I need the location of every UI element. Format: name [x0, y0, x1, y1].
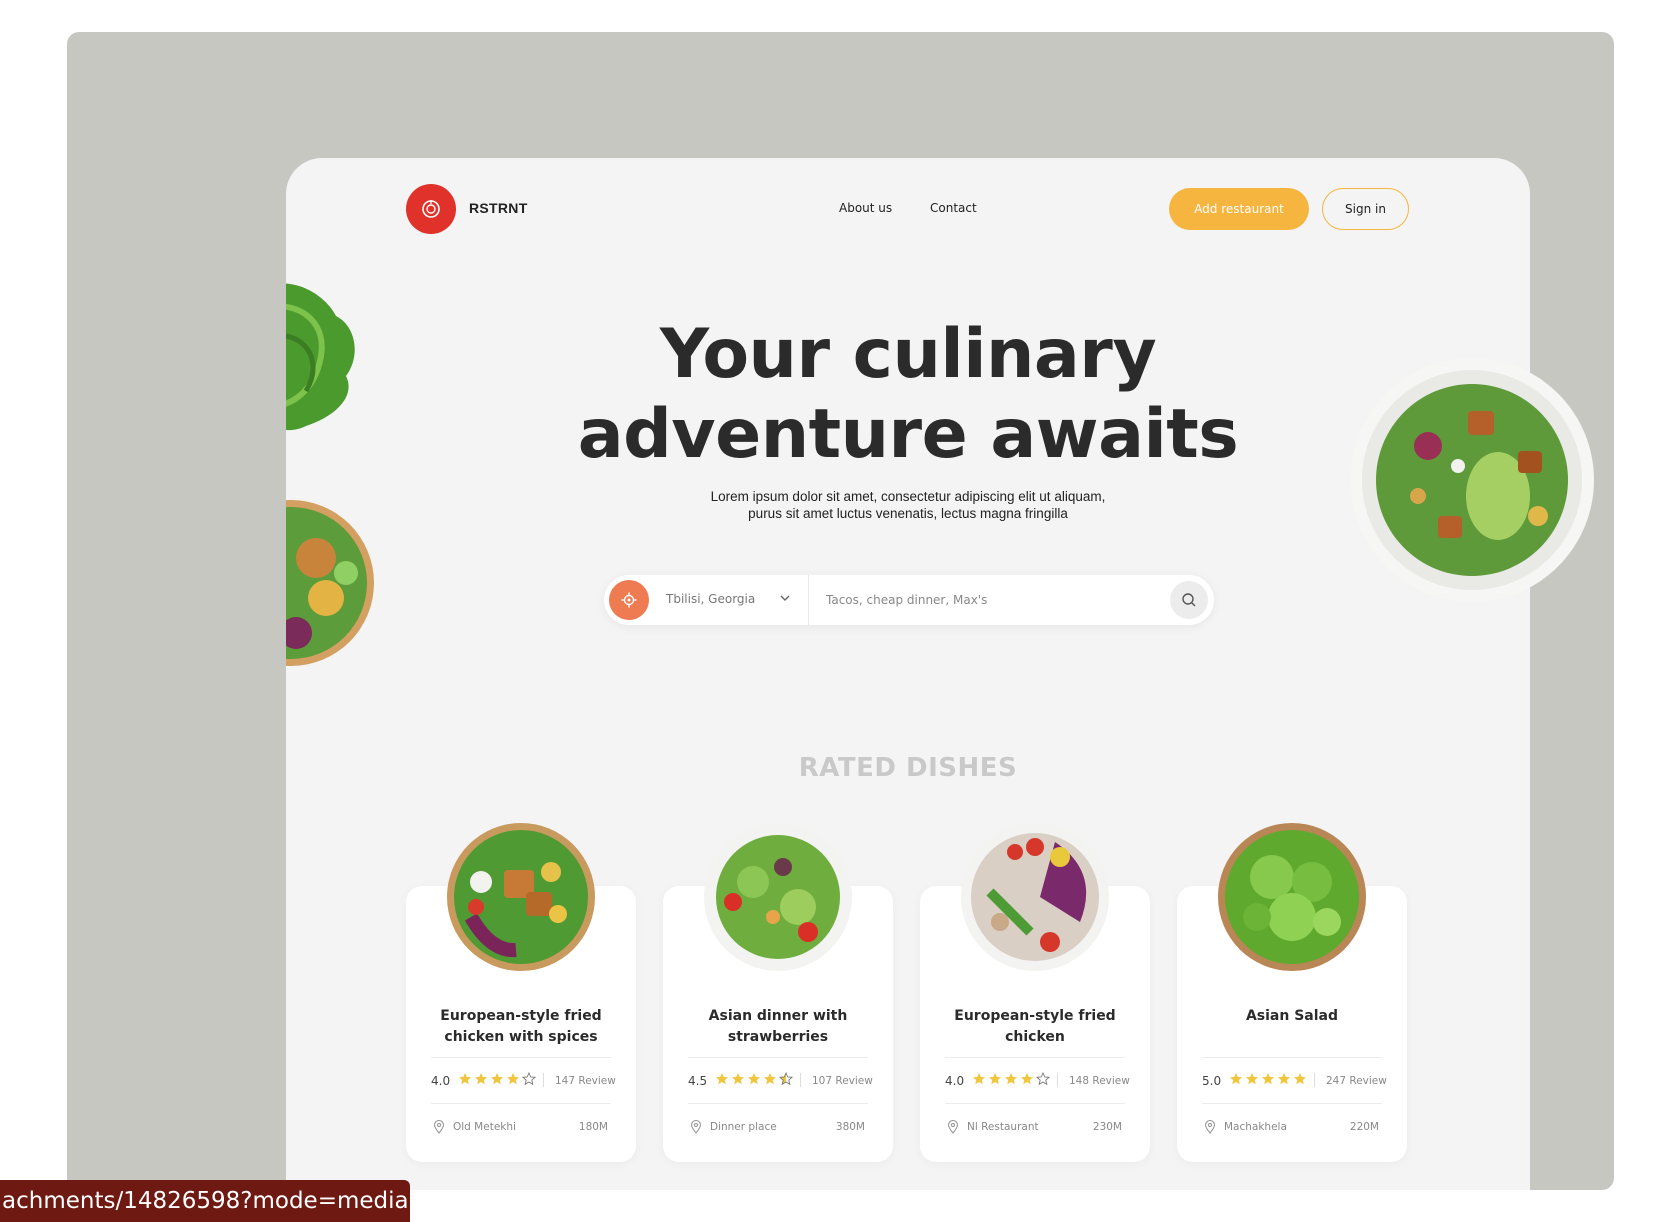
hero-title-line-2: adventure awaits: [577, 395, 1239, 474]
sign-in-button[interactable]: Sign in: [1322, 188, 1409, 230]
star-filled-icon: [459, 1073, 471, 1085]
star-rating: [1229, 1072, 1307, 1086]
star-filled-icon: [1230, 1073, 1242, 1085]
star-filled-icon: [1262, 1073, 1274, 1085]
dish-title: European-style fried chicken: [954, 1008, 1116, 1045]
star-filled-icon: [1278, 1073, 1290, 1085]
status-url-bar: achments/14826598?mode=media: [0, 1180, 410, 1222]
search-bar: Tbilisi, Georgia: [604, 575, 1214, 625]
star-filled-icon: [748, 1073, 760, 1085]
hero-title: Your culinary adventure awaits: [286, 315, 1530, 475]
location-pin-icon: [947, 1120, 959, 1134]
review-count[interactable]: 247 Review: [1326, 1075, 1387, 1087]
card-divider: [431, 1103, 611, 1104]
separator: [1314, 1073, 1315, 1087]
location-pin-icon: [433, 1120, 445, 1134]
dish-image[interactable]: [446, 822, 596, 972]
crosshair-icon: [621, 592, 637, 608]
rating-value: 4.5: [688, 1074, 708, 1088]
star-filled-icon: [1021, 1073, 1033, 1085]
chevron-down-icon[interactable]: [778, 591, 792, 605]
star-filled-icon: [716, 1073, 728, 1085]
star-filled-icon: [475, 1073, 487, 1085]
distance: 180M: [578, 1121, 608, 1133]
review-count[interactable]: 107 Review: [812, 1075, 873, 1087]
add-restaurant-button[interactable]: Add restaurant: [1169, 188, 1309, 230]
restaurant-name[interactable]: Dinner place: [710, 1121, 777, 1133]
search-icon: [1182, 593, 1196, 607]
review-count[interactable]: 147 Review: [555, 1075, 616, 1087]
restaurant-name[interactable]: Nl Restaurant: [967, 1121, 1039, 1133]
page-clip: RSTRNT About us Contact Add restaurant S…: [286, 158, 1530, 1190]
separator: [1057, 1073, 1058, 1087]
dish-image[interactable]: [1217, 822, 1367, 972]
section-title: RATED DISHES: [798, 753, 1018, 783]
card-divider: [688, 1103, 868, 1104]
nav-about-us[interactable]: About us: [839, 201, 892, 215]
nav-contact[interactable]: Contact: [930, 201, 977, 215]
hero-title-line-1: Your culinary: [659, 315, 1157, 394]
screenshot-backdrop: RSTRNT About us Contact Add restaurant S…: [67, 32, 1614, 1190]
star-filled-icon: [989, 1073, 1001, 1085]
search-divider: [808, 575, 809, 625]
brand-name[interactable]: RSTRNT: [469, 200, 528, 216]
star-filled-icon: [1005, 1073, 1017, 1085]
locate-button[interactable]: [609, 580, 649, 620]
location-pin-icon: [690, 1120, 702, 1134]
star-filled-icon: [507, 1073, 519, 1085]
card-divider: [1202, 1057, 1382, 1058]
card-divider: [431, 1057, 611, 1058]
search-button[interactable]: [1170, 581, 1208, 619]
dish-title: Asian dinner with strawberries: [708, 1008, 848, 1045]
rating-value: 4.0: [945, 1074, 965, 1088]
location-pin-icon: [1204, 1120, 1216, 1134]
hero-subtitle: Lorem ipsum dolor sit amet, consectetur …: [710, 489, 1106, 521]
star-filled-icon: [764, 1073, 776, 1085]
star-empty-icon: [1036, 1072, 1050, 1086]
restaurant-name[interactable]: Old Metekhi: [453, 1121, 516, 1133]
separator: [543, 1073, 544, 1087]
logo[interactable]: [406, 184, 456, 234]
rating-value: 4.0: [431, 1074, 451, 1088]
star-half-icon: [779, 1072, 793, 1086]
restaurant-name[interactable]: Machakhela: [1224, 1121, 1287, 1133]
distance: 230M: [1092, 1121, 1122, 1133]
landing-page: RSTRNT About us Contact Add restaurant S…: [286, 158, 1594, 1190]
distance: 220M: [1349, 1121, 1379, 1133]
card-divider: [945, 1103, 1125, 1104]
star-filled-icon: [1246, 1073, 1258, 1085]
star-filled-icon: [491, 1073, 503, 1085]
search-input[interactable]: [826, 585, 1156, 615]
dish-image[interactable]: [960, 822, 1110, 972]
location-select[interactable]: Tbilisi, Georgia: [666, 592, 755, 606]
star-filled-icon: [732, 1073, 744, 1085]
star-filled-icon: [973, 1073, 985, 1085]
logo-icon: [422, 200, 440, 218]
side-bowl-decoration: [286, 500, 374, 666]
dish-title: Asian Salad: [1245, 1008, 1339, 1024]
star-empty-icon: [522, 1072, 536, 1086]
star-rating: [458, 1072, 536, 1086]
review-count[interactable]: 148 Review: [1069, 1075, 1130, 1087]
rating-value: 5.0: [1202, 1074, 1222, 1088]
distance: 380M: [835, 1121, 865, 1133]
card-divider: [945, 1057, 1125, 1058]
separator: [800, 1073, 801, 1087]
star-filled-icon: [1294, 1073, 1306, 1085]
card-divider: [688, 1057, 868, 1058]
card-divider: [1202, 1103, 1382, 1104]
featured-salad-image: [1350, 358, 1594, 602]
dish-title: European-style fried chicken with spices: [440, 1008, 602, 1045]
star-rating: [972, 1072, 1050, 1086]
star-rating: [715, 1072, 793, 1086]
dish-image[interactable]: [703, 822, 853, 972]
